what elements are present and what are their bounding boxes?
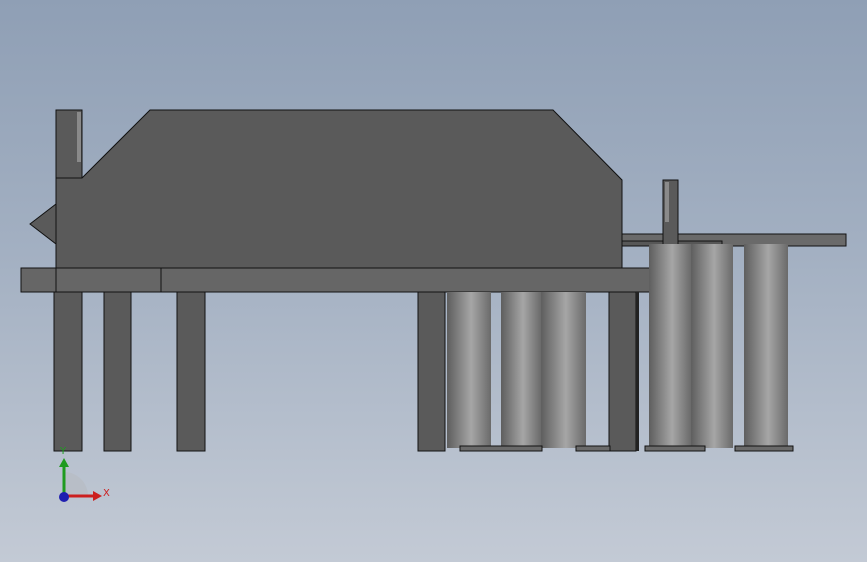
roller-base-plate	[459, 445, 543, 452]
roller-base-plate	[575, 445, 611, 452]
roller-base-plate	[734, 445, 794, 452]
table-top	[20, 267, 697, 293]
left-upright-post-highlight	[77, 112, 81, 162]
table-leg	[417, 291, 446, 452]
right-small-post-highlight	[665, 182, 669, 222]
roller-cylinder	[541, 292, 586, 448]
roller-base-plate	[644, 445, 706, 452]
y-axis-arrowhead	[59, 458, 69, 467]
x-axis-arrowhead	[93, 491, 102, 501]
roller-cylinder	[691, 244, 733, 448]
main-hood-body	[55, 109, 623, 271]
orientation-triad: Y X	[59, 446, 110, 502]
left-nose-fin	[29, 202, 57, 246]
roller-cylinder	[649, 244, 691, 448]
right-leg-extension	[636, 292, 639, 451]
roller-cylinder	[744, 244, 788, 448]
cad-model-view[interactable]: Y X	[0, 0, 867, 562]
y-axis-label: Y	[59, 446, 67, 457]
table-leg	[176, 291, 206, 452]
table-leg	[103, 291, 132, 452]
z-axis-dot	[59, 492, 69, 502]
triad-arc	[64, 472, 88, 496]
roller-cylinder	[447, 292, 491, 448]
roller-cylinder	[501, 292, 541, 448]
table-leg	[53, 291, 83, 452]
table-leg	[608, 291, 637, 452]
cad-viewport[interactable]: Y X	[0, 0, 867, 562]
x-axis-label: X	[103, 488, 110, 499]
